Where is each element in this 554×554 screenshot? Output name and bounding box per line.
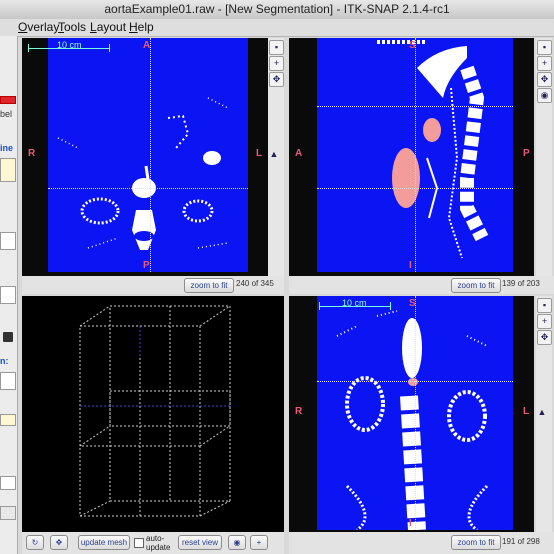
axial-label-left: R xyxy=(28,148,36,159)
axial-bottom-bar: zoom to fit 240 of 345 xyxy=(22,276,284,294)
axial-label-top: A xyxy=(143,40,151,51)
panel-field-2[interactable] xyxy=(0,286,16,304)
sagittal-label-bottom: I xyxy=(409,260,412,271)
coronal-zoom-to-fit-button[interactable]: zoom to fit xyxy=(451,535,501,550)
axial-scale-bar: 10 cm xyxy=(28,40,110,52)
sagittal-expand-icon[interactable]: ▪ xyxy=(537,40,552,55)
menu-layout[interactable]: Layout xyxy=(90,20,126,34)
menu-tools[interactable]: Tools xyxy=(58,20,86,34)
threed-camera-icon[interactable]: ◉ xyxy=(228,535,246,550)
sagittal-crosshair-v xyxy=(415,38,416,272)
left-tool-panel: bel ine n: on xyxy=(0,36,18,554)
axial-label-bottom: P xyxy=(143,260,150,271)
axial-zoom-to-fit-button[interactable]: zoom to fit xyxy=(184,278,234,293)
sagittal-slice-counter: 139 of 203 xyxy=(502,279,540,288)
auto-update-label: auto-update xyxy=(146,534,171,552)
sagittal-label-left: A xyxy=(295,148,303,159)
axial-label-right: L xyxy=(256,148,263,159)
window-title: aortaExample01.raw - [New Segmentation] … xyxy=(104,2,450,16)
coronal-zoom-icon[interactable]: + xyxy=(537,314,552,329)
threed-view[interactable] xyxy=(22,296,284,532)
coronal-label-left: R xyxy=(295,406,303,417)
panel-field-4[interactable] xyxy=(0,414,16,426)
threed-add-icon[interactable]: + xyxy=(250,535,268,550)
coronal-label-top: S xyxy=(409,298,416,309)
coronal-label-right: L xyxy=(523,406,530,417)
axial-expand-icon[interactable]: ▪ xyxy=(269,40,284,55)
coronal-crosshair-v xyxy=(415,296,416,530)
section-text-fragment: ine xyxy=(0,143,14,153)
threed-pan-icon[interactable]: ✥ xyxy=(50,535,68,550)
coronal-side-toolbar: ▪ + ✥ ▲ xyxy=(536,296,552,532)
sagittal-pan-icon[interactable]: ✥ xyxy=(537,72,552,87)
menu-bar: Overlay Tools Layout Help xyxy=(0,19,554,37)
panel-dropdown[interactable] xyxy=(0,476,16,490)
coronal-pan-icon[interactable]: ✥ xyxy=(537,330,552,345)
sagittal-zoom-to-fit-button[interactable]: zoom to fit xyxy=(451,278,501,293)
axial-crosshair-h xyxy=(48,188,248,189)
auto-update-checkbox[interactable] xyxy=(134,538,144,548)
panel-button[interactable] xyxy=(0,506,16,520)
sagittal-view[interactable]: S A P I xyxy=(289,38,534,276)
update-mesh-button[interactable]: update mesh xyxy=(78,535,130,550)
sagittal-zoom-icon[interactable]: + xyxy=(537,56,552,71)
axial-view[interactable]: 10 cm A R L P xyxy=(22,38,268,276)
menu-overlay[interactable]: Overlay xyxy=(18,20,59,34)
panel-field-3[interactable] xyxy=(0,372,16,390)
sagittal-label-top: S xyxy=(409,40,416,51)
axial-side-toolbar: ▪ + ✥ ▲ xyxy=(268,38,284,276)
threed-rotate-icon[interactable]: ↻ xyxy=(26,535,44,550)
axial-slice-up-icon[interactable]: ▲ xyxy=(269,148,279,161)
sagittal-bottom-bar: zoom to fit 139 of 203 xyxy=(289,276,554,294)
coronal-view[interactable]: 10 cm S R L I xyxy=(289,296,534,532)
panel-text-fragment-n: n: xyxy=(0,356,9,366)
label-color-swatch[interactable] xyxy=(0,96,16,104)
panel-field-1[interactable] xyxy=(0,232,16,250)
threed-wireframe xyxy=(79,305,231,517)
axial-pan-icon[interactable]: ✥ xyxy=(269,72,284,87)
coronal-label-bottom: I xyxy=(409,518,412,529)
coronal-scale-bar: 10 cm xyxy=(319,298,391,310)
coronal-slice-counter: 191 of 298 xyxy=(502,537,540,546)
label-entry-box[interactable] xyxy=(0,158,16,182)
sagittal-camera-icon[interactable]: ◉ xyxy=(537,88,552,103)
menu-help[interactable]: Help xyxy=(129,20,154,34)
sagittal-side-toolbar: ▪ + ✥ ◉ xyxy=(536,38,552,276)
coronal-bottom-bar: zoom to fit 191 of 298 xyxy=(289,532,554,554)
label-text-fragment: bel xyxy=(0,109,13,119)
coronal-slice-up-icon[interactable]: ▲ xyxy=(537,406,547,419)
sagittal-label-right: P xyxy=(523,148,530,159)
reset-view-button[interactable]: reset view xyxy=(178,535,222,550)
play-icon[interactable] xyxy=(3,332,13,342)
axial-slice-counter: 240 of 345 xyxy=(236,279,274,288)
axial-crosshair-v xyxy=(150,38,151,272)
axial-zoom-icon[interactable]: + xyxy=(269,56,284,71)
coronal-scale-label: 10 cm xyxy=(342,298,367,308)
axial-anatomy xyxy=(57,97,229,250)
coronal-expand-icon[interactable]: ▪ xyxy=(537,298,552,313)
title-bar: aortaExample01.raw - [New Segmentation] … xyxy=(0,0,554,20)
threed-bottom-bar: ↻ ✥ update mesh auto-update reset view ◉… xyxy=(22,532,284,554)
axial-scale-label: 10 cm xyxy=(57,40,82,50)
